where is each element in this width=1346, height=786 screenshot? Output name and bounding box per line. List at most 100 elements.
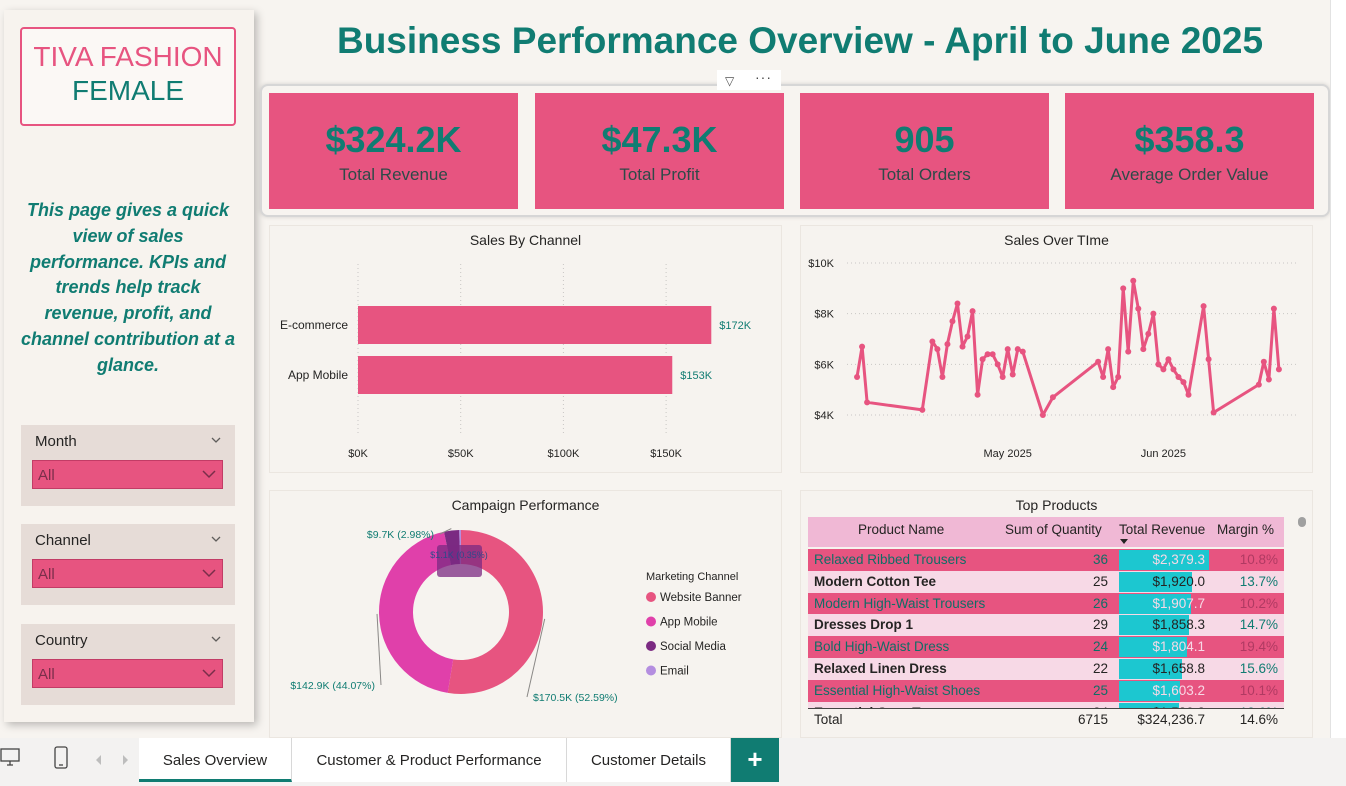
column-header[interactable]: Product Name	[858, 522, 944, 537]
data-point	[939, 374, 946, 380]
product-name: Essential High-Waist Shoes	[814, 682, 981, 698]
quantity-cell: 29	[1092, 617, 1108, 633]
total-revenue: $324,236.7	[1137, 712, 1205, 727]
margin-cell: 13.7%	[1239, 573, 1278, 589]
y-tick-label: $10K	[808, 258, 834, 270]
legend-marker	[646, 616, 656, 627]
kpi-total-orders[interactable]: 905 Total Orders	[800, 93, 1049, 209]
next-page-icon[interactable]	[120, 754, 130, 766]
tab-customer-details[interactable]: Customer Details	[567, 738, 731, 782]
visual-header: ▽ ···	[717, 69, 781, 90]
slicer-channel[interactable]: Channel All	[21, 524, 235, 605]
prev-page-icon[interactable]	[94, 754, 104, 766]
bar	[358, 306, 712, 344]
add-page-button[interactable]: +	[731, 738, 779, 782]
legend-marker	[646, 641, 656, 651]
page-description: This page gives a quick view of sales pe…	[20, 200, 235, 375]
campaign-performance-card[interactable]: Campaign Performance $170.5K (52.59%) $14…	[269, 490, 782, 738]
data-point	[1210, 409, 1217, 416]
table-row[interactable]: Modern High-Waist Trousers 26 $1,907.7 10.2…	[808, 592, 1284, 615]
revenue-cell: $1,804.1	[1152, 639, 1205, 655]
data-point	[989, 351, 996, 358]
x-tick-label: $150K	[650, 448, 682, 460]
scroll-thumb[interactable]	[1298, 517, 1306, 527]
slicer-country[interactable]: Country All	[21, 624, 235, 705]
table-row[interactable]: Modern Cotton Tee 25 $1,920.0 13.7%	[808, 570, 1284, 593]
kpi-value: $358.3	[1134, 119, 1245, 160]
table-scrollbar[interactable]	[1298, 517, 1306, 717]
table-row[interactable]: Essential High-Waist Shoes 25 $1,603.2 10.1…	[808, 679, 1284, 702]
quantity-cell: 25	[1092, 573, 1108, 589]
campaign-performance-chart: $170.5K (52.59%) $142.9K (44.07%) $9.7K (2…	[290, 528, 742, 704]
table-row[interactable]: Bold High-Waist Dress 24 $1,804.1 19.4%	[808, 636, 1284, 659]
filter-icon[interactable]: ▽	[725, 74, 734, 88]
data-label: $142.9K (44.07%)	[290, 680, 375, 692]
data-point	[954, 300, 961, 307]
data-label: $1.1K (0.35%)	[430, 550, 488, 560]
legend-title: Marketing Channel	[646, 571, 738, 583]
revenue-cell: $1,920.0	[1152, 573, 1205, 589]
x-tick-label: May 2025	[984, 448, 1032, 460]
data-point	[1155, 361, 1162, 368]
margin-cell: 14.7%	[1239, 617, 1278, 633]
table-row[interactable]: Relaxed Linen Dress 22 $1,658.8 15.6%	[808, 658, 1284, 680]
left-panel: TIVA FASHION FEMALE This page gives a qu…	[4, 10, 254, 722]
kpi-total-revenue[interactable]: $324.2K Total Revenue	[269, 93, 518, 209]
sales-by-channel-card[interactable]: Sales By Channel $0K $50K $100K $150K E-comm…	[269, 225, 782, 473]
sort-desc-icon[interactable]	[1119, 538, 1129, 545]
data-point	[1275, 366, 1282, 373]
data-point	[999, 374, 1006, 380]
more-options-icon[interactable]: ···	[755, 69, 772, 85]
data-point	[1260, 358, 1267, 365]
kpi-average-order-value[interactable]: $358.3 Average Order Value	[1065, 93, 1314, 209]
chevron-down-icon[interactable]	[211, 435, 221, 445]
revenue-cell: $1,603.2	[1152, 682, 1205, 698]
chart-title: Top Products	[1015, 497, 1098, 513]
chevron-down-icon[interactable]	[211, 534, 221, 544]
kpi-total-profit[interactable]: $47.3K Total Profit	[535, 93, 784, 209]
data-point	[964, 333, 971, 340]
chevron-down-icon[interactable]	[211, 634, 221, 644]
slicer-month[interactable]: Month All	[21, 425, 235, 506]
quantity-cell: 26	[1092, 595, 1108, 611]
data-point	[1049, 394, 1056, 401]
sales-over-time-card[interactable]: Sales Over TIme $4K $6K $8K $10K May 2025 Jun…	[800, 225, 1313, 473]
chart-title: Campaign Performance	[451, 497, 600, 513]
table-row[interactable]: Relaxed Ribbed Trousers 36 $2,379.3 10.8%	[808, 549, 1284, 571]
column-header[interactable]: Sum of Quantity	[1005, 522, 1102, 537]
margin-cell: 10.2%	[1239, 595, 1278, 611]
data-point	[1095, 358, 1102, 365]
data-label: $170.5K (52.59%)	[533, 692, 618, 704]
table-row[interactable]: Essential Crop Tee24$1,589.313.6%	[808, 701, 1284, 708]
product-name: Dresses Drop 1	[814, 617, 914, 633]
quantity-cell: 24	[1092, 639, 1108, 655]
chart-title: Sales By Channel	[469, 232, 582, 248]
revenue-cell: $2,379.3	[1152, 552, 1205, 567]
total-margin: 14.6%	[1239, 712, 1278, 727]
data-point	[1004, 346, 1011, 353]
column-header[interactable]: Margin %	[1217, 522, 1274, 537]
dropdown-value: All	[38, 566, 55, 583]
x-tick-label: $50K	[448, 448, 474, 460]
table-row[interactable]: Dresses Drop 1 29 $1,858.3 14.7%	[808, 614, 1284, 637]
column-header[interactable]: Total Revenue	[1119, 522, 1205, 537]
data-point	[1265, 376, 1272, 383]
page-tab-bar: Sales Overview Customer & Product Perfor…	[0, 738, 1346, 786]
report-canvas: TIVA FASHION FEMALE This page gives a qu…	[0, 0, 1330, 738]
sales-over-time-chart: $4K $6K $8K $10K May 2025 Jun 2025	[808, 258, 1299, 460]
category-label: App Mobile	[288, 368, 348, 382]
tab-sales-overview[interactable]: Sales Overview	[139, 738, 292, 782]
country-dropdown[interactable]: All	[32, 659, 223, 688]
mobile-view-icon[interactable]	[52, 746, 70, 770]
month-dropdown[interactable]: All	[32, 460, 223, 489]
data-point	[1125, 348, 1132, 355]
data-point	[1165, 356, 1172, 363]
chevron-down-icon	[202, 569, 216, 578]
tab-customer-product-performance[interactable]: Customer & Product Performance	[292, 738, 567, 782]
data-point	[1205, 356, 1212, 363]
x-tick-label: $0K	[348, 448, 368, 460]
channel-dropdown[interactable]: All	[32, 559, 223, 588]
total-label: Total	[814, 712, 843, 727]
x-tick-label: Jun 2025	[1141, 448, 1186, 460]
desktop-view-icon[interactable]	[0, 746, 22, 768]
